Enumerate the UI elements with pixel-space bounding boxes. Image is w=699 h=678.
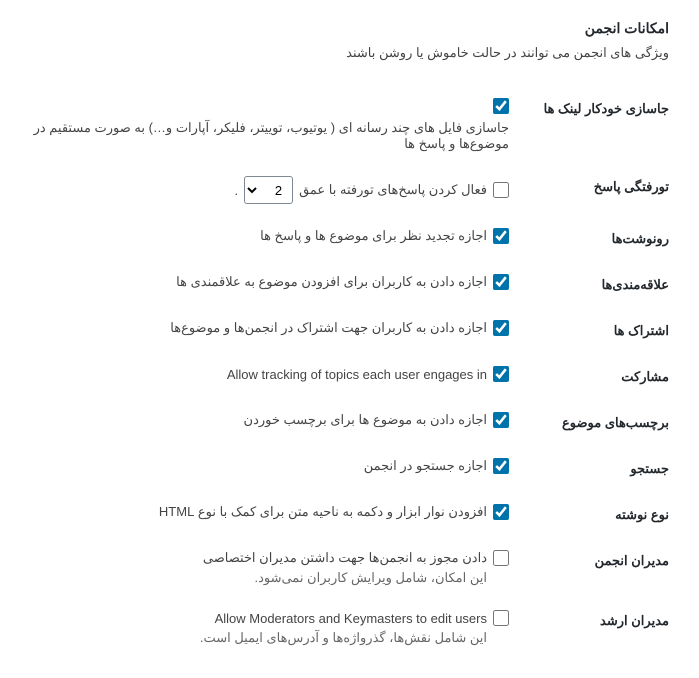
engagement-checkbox[interactable] — [493, 366, 509, 382]
search-checkbox[interactable] — [493, 458, 509, 474]
nesting-checkbox-label[interactable]: فعال کردن پاسخ‌های تورفته با عمق — [299, 182, 487, 198]
row-label-tags: برچسب‌های موضوع — [519, 400, 669, 446]
row-label-nesting: تورفتگی پاسخ — [519, 164, 669, 216]
forum-mods-description: این امکان، شامل ویرایش کاربران نمی‌شود. — [30, 570, 509, 586]
revisions-checkbox-label[interactable]: اجازه تجدید نظر برای موضوع ها و پاسخ ها — [260, 228, 487, 244]
settings-table: جاسازی خودکار لینک ها جاسازی فایل های چن… — [30, 86, 669, 658]
row-label-revisions: رونوشت‌ها — [519, 216, 669, 262]
engagement-checkbox-label[interactable]: Allow tracking of topics each user engag… — [227, 367, 487, 382]
super-mods-description: این شامل نقش‌ها، گذرواژه‌ها و آدرس‌های ا… — [30, 630, 509, 646]
row-label-subscriptions: اشتراک ها — [519, 308, 669, 354]
nesting-label-before: فعال کردن پاسخ‌های تورفته با عمق — [299, 182, 487, 197]
subscriptions-checkbox[interactable] — [493, 320, 509, 336]
super-mods-checkbox[interactable] — [493, 610, 509, 626]
row-label-editor: نوع نوشته — [519, 492, 669, 538]
revisions-checkbox[interactable] — [493, 228, 509, 244]
row-label-super-mods: مدیران ارشد — [519, 598, 669, 658]
super-mods-checkbox-label[interactable]: Allow Moderators and Keymasters to edit … — [215, 611, 487, 626]
search-checkbox-label[interactable]: اجازه جستجو در انجمن — [364, 458, 487, 474]
nesting-checkbox[interactable] — [493, 182, 509, 198]
row-label-search: جستجو — [519, 446, 669, 492]
tags-checkbox-label[interactable]: اجازه دادن به موضوع ها برای برچسب خوردن — [244, 412, 487, 428]
favorites-checkbox-label[interactable]: اجازه دادن به کاربران برای افزودن موضوع … — [176, 274, 487, 290]
row-label-engagement: مشارکت — [519, 354, 669, 400]
row-label-favorites: علاقه‌مندی‌ها — [519, 262, 669, 308]
editor-checkbox[interactable] — [493, 504, 509, 520]
nesting-depth-select[interactable]: 12345678910 — [244, 176, 293, 204]
forum-mods-checkbox[interactable] — [493, 550, 509, 566]
favorites-checkbox[interactable] — [493, 274, 509, 290]
forum-mods-checkbox-label[interactable]: دادن مجوز به انجمن‌ها جهت داشتن مدیران ا… — [203, 550, 487, 566]
subscriptions-checkbox-label[interactable]: اجازه دادن به کاربران جهت اشتراک در انجم… — [170, 320, 487, 336]
section-subtitle: ویژگی های انجمن می توانند در حالت خاموش … — [30, 45, 669, 61]
tags-checkbox[interactable] — [493, 412, 509, 428]
row-label-forum-mods: مدیران انجمن — [519, 538, 669, 598]
section-title: امکانات انجمن — [30, 20, 669, 37]
autolink-checkbox-label[interactable]: جاسازی فایل های چند رسانه ای ( یوتیوب، ت… — [30, 120, 509, 152]
row-label-autolink: جاسازی خودکار لینک ها — [519, 86, 669, 164]
nesting-label-after: . — [234, 183, 238, 198]
autolink-checkbox[interactable] — [493, 98, 509, 114]
editor-checkbox-label[interactable]: افزودن نوار ابزار و دکمه به ناحیه متن بر… — [159, 504, 487, 520]
